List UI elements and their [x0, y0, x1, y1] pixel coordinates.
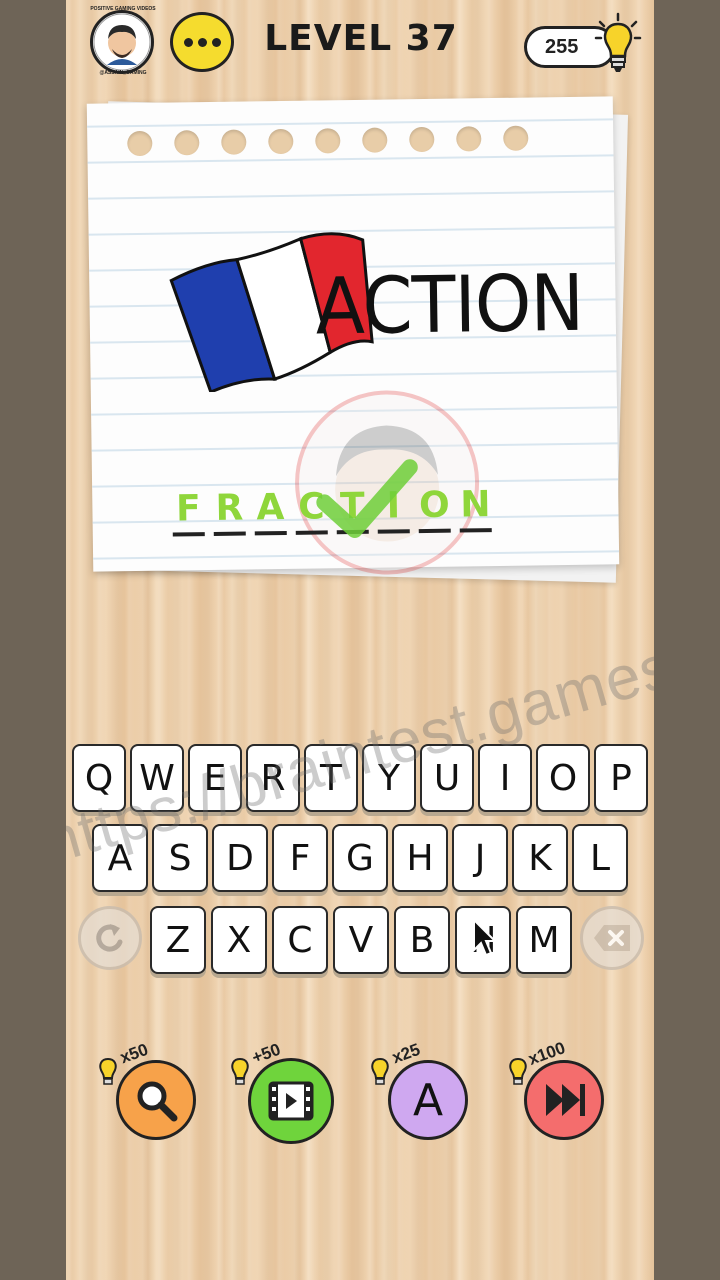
key-d[interactable]: D [212, 824, 268, 892]
undo-button[interactable] [78, 906, 142, 970]
key-l[interactable]: L [572, 824, 628, 892]
key-s[interactable]: S [152, 824, 208, 892]
delete-button[interactable] [580, 906, 644, 970]
key-k[interactable]: K [512, 824, 568, 892]
key-i[interactable]: I [478, 744, 532, 812]
key-u[interactable]: U [420, 744, 474, 812]
key-a[interactable]: A [92, 824, 148, 892]
puzzle-note: ACTION F R A C T I O N [86, 96, 620, 575]
key-y[interactable]: Y [362, 744, 416, 812]
key-q[interactable]: Q [72, 744, 126, 812]
video-powerup[interactable] [248, 1058, 334, 1144]
channel-name-top: POSITIVE GAMING VIDEOS [90, 6, 156, 12]
video-icon [268, 1081, 314, 1121]
key-c[interactable]: C [272, 906, 328, 974]
lightbulb-icon [371, 1057, 389, 1085]
dot-icon [183, 37, 193, 47]
lightbulb-icon[interactable] [594, 12, 642, 76]
dot-icon [211, 37, 221, 47]
channel-name-bottom: @ASSAIN_GAMING [99, 70, 147, 76]
backspace-icon [594, 925, 630, 951]
key-h[interactable]: H [392, 824, 448, 892]
magnifier-icon [137, 1081, 178, 1122]
skip-icon [546, 1084, 585, 1116]
key-z[interactable]: Z [150, 906, 206, 974]
key-o[interactable]: O [536, 744, 590, 812]
magnifier-powerup[interactable] [116, 1060, 196, 1140]
answer-slot: N [459, 484, 492, 533]
key-t[interactable]: T [304, 744, 358, 812]
dot-icon [197, 37, 207, 47]
hint-count: 255 [545, 35, 579, 58]
key-w[interactable]: W [130, 744, 184, 812]
lightbulb-icon [509, 1057, 527, 1085]
key-g[interactable]: G [332, 824, 388, 892]
avatar-face-icon [93, 13, 151, 71]
lightbulb-icon [99, 1057, 117, 1085]
answer-slot: O [418, 485, 451, 534]
game-screen: LEVEL 37 255 ACTION F R A C T I O N Q W … [66, 0, 654, 1280]
answer-slot: A [254, 487, 287, 536]
undo-icon [96, 924, 123, 952]
letter-powerup[interactable]: A [388, 1060, 468, 1140]
key-m[interactable]: M [516, 906, 572, 974]
paper-holes [127, 125, 529, 157]
lightbulb-icon [231, 1057, 249, 1085]
level-title: LEVEL 37 [264, 18, 458, 59]
key-f[interactable]: F [272, 824, 328, 892]
answer-slot: F [172, 488, 205, 537]
key-j[interactable]: J [452, 824, 508, 892]
answer-slot: R [213, 488, 246, 536]
key-x[interactable]: X [211, 906, 267, 974]
key-p[interactable]: P [594, 744, 648, 812]
channel-avatar[interactable] [90, 10, 154, 74]
key-b[interactable]: B [394, 906, 450, 974]
key-e[interactable]: E [188, 744, 242, 812]
checkmark-icon [316, 459, 418, 538]
clue-word: ACTION [314, 258, 584, 353]
menu-button[interactable] [170, 12, 234, 72]
letter-icon: A [412, 1074, 444, 1126]
skip-powerup[interactable] [524, 1060, 604, 1140]
key-v[interactable]: V [333, 906, 389, 974]
mouse-cursor-icon [473, 918, 498, 957]
key-r[interactable]: R [246, 744, 300, 812]
